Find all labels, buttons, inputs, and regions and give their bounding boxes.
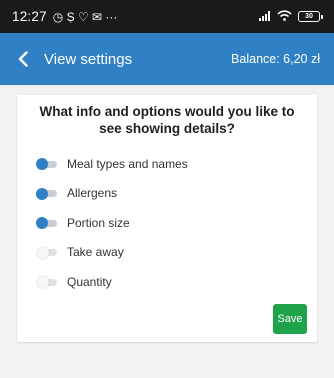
toggle-thumb [37,246,49,259]
toggle-switch[interactable] [36,187,57,200]
option-row[interactable]: Quantity [37,267,188,297]
option-label: Meal types and names [67,156,188,171]
toggle-thumb [36,187,48,200]
battery-level: 30 [305,13,313,20]
option-label: Allergens [67,186,118,201]
toggle-thumb [36,158,48,171]
back-arrow-icon[interactable] [18,50,32,68]
option-row[interactable]: Allergens [36,179,188,209]
toggle-switch[interactable] [37,246,57,259]
option-row[interactable]: Meal types and names [36,149,188,179]
options-list: Meal types and names Allergens Portion siz… [36,149,188,297]
back-button[interactable]: View settings [18,50,132,68]
status-time: 12:27 [12,9,47,24]
status-left: 12:27 ◷ Ṣ ♡ ✉ ··· [12,9,117,24]
settings-question: What info and options would you like to … [39,104,295,136]
option-row[interactable]: Portion size [36,208,188,238]
toggle-switch[interactable] [36,158,57,171]
page-title: View settings [44,50,133,68]
balance-label: Balance: 6,20 zł [231,52,320,66]
toggle-switch[interactable] [36,217,57,230]
option-label: Take away [67,245,124,260]
toggle-thumb [36,217,48,230]
notification-icons: ◷ Ṣ ♡ ✉ ··· [52,9,118,24]
app-bar: View settings Balance: 6,20 zł [0,33,334,85]
status-right: 30 [259,8,323,26]
signal-icon [259,8,271,26]
toggle-thumb [37,276,49,289]
status-bar: 12:27 ◷ Ṣ ♡ ✉ ··· 30 [0,0,334,33]
toggle-switch[interactable] [37,276,57,289]
battery-icon: 30 [298,11,323,22]
wifi-icon [277,8,292,26]
option-row[interactable]: Take away [37,238,188,268]
option-label: Quantity [67,274,112,289]
save-button[interactable]: Save [273,304,307,334]
settings-card: What info and options would you like to … [17,95,317,342]
option-label: Portion size [67,215,130,230]
